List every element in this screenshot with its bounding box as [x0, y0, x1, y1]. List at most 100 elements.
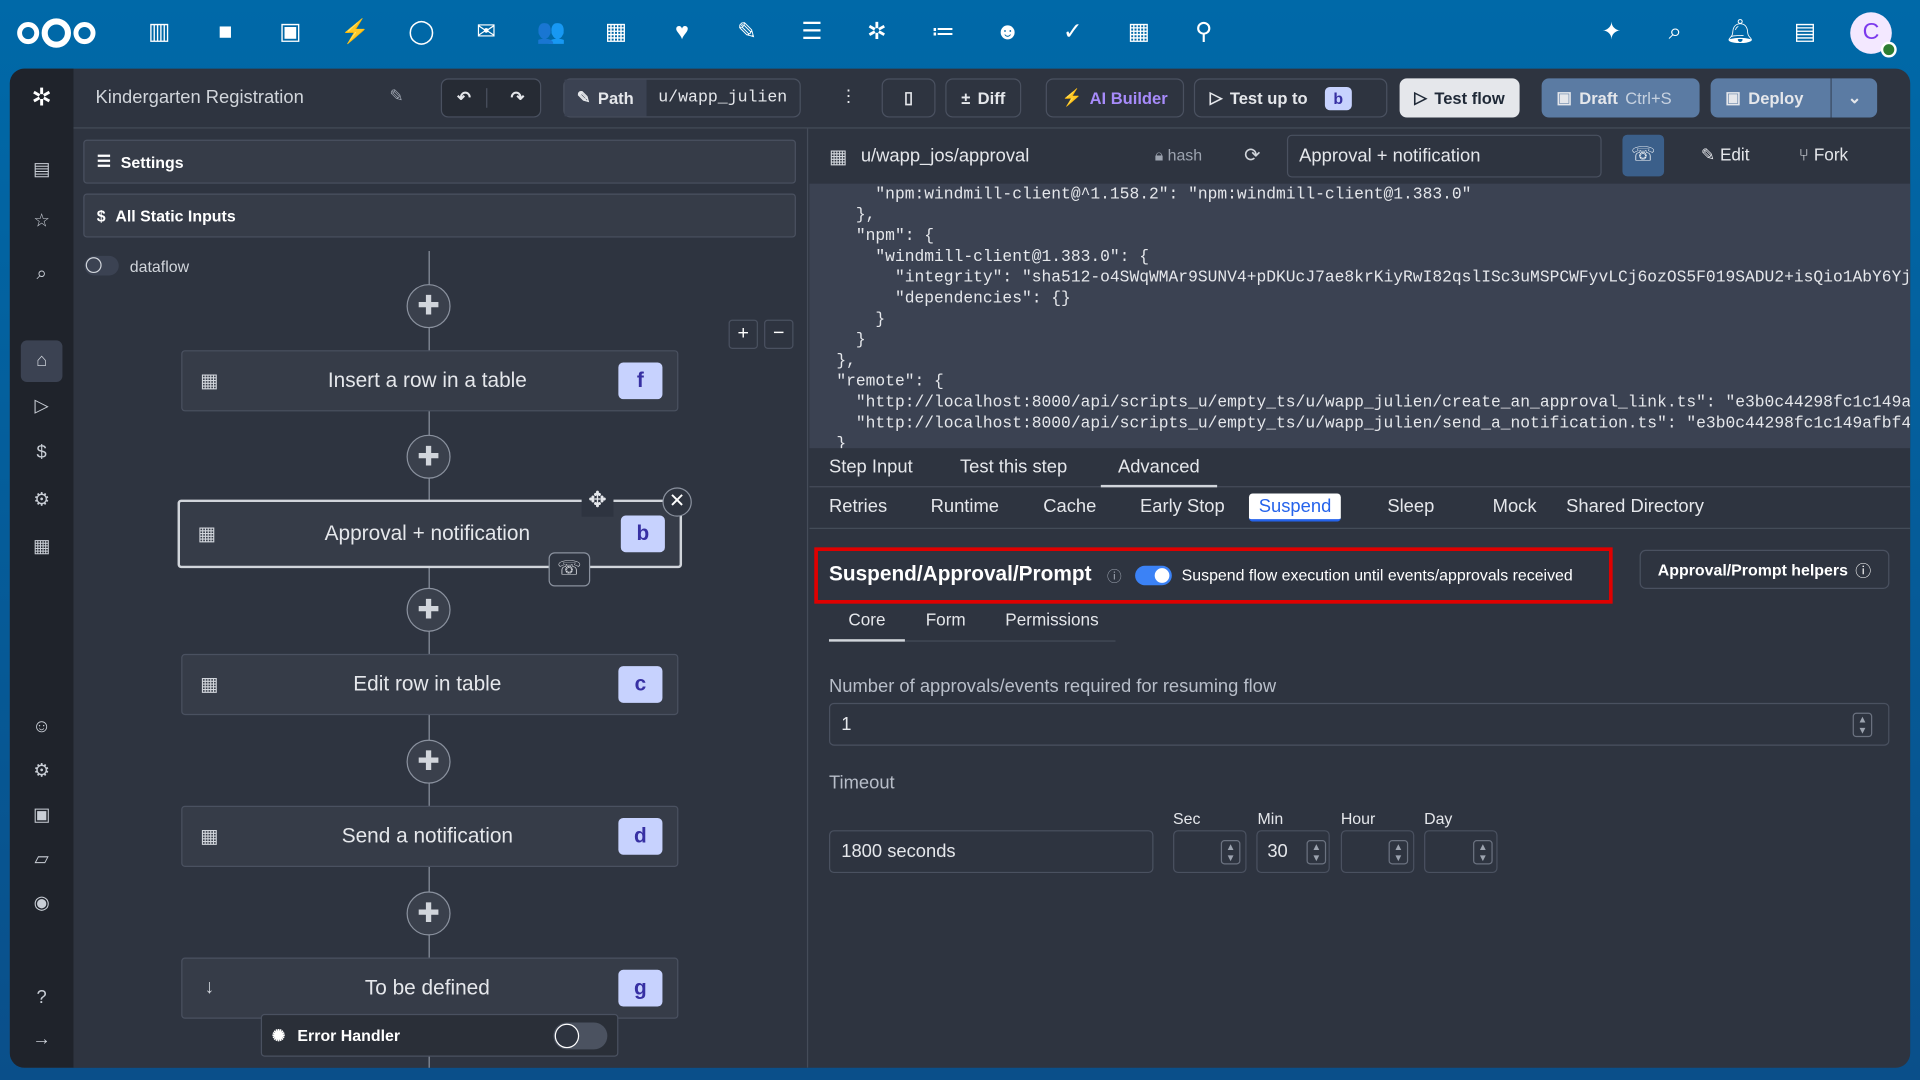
- deploy-dropdown[interactable]: ⌄: [1830, 78, 1878, 118]
- workers-icon[interactable]: ▣: [27, 801, 56, 830]
- tab-form[interactable]: Form: [926, 610, 966, 630]
- bell-icon[interactable]: 🔔︎: [1724, 17, 1756, 49]
- min-stepper[interactable]: ▲ ▼: [1306, 840, 1327, 865]
- runs-icon[interactable]: ▷: [27, 392, 56, 421]
- audit-icon[interactable]: ◉: [27, 889, 56, 918]
- assistant-icon[interactable]: ☻: [992, 17, 1024, 49]
- script-path[interactable]: u/wapp_jos/approval: [861, 146, 1029, 167]
- talk-icon[interactable]: ◯: [405, 17, 437, 49]
- move-node-icon[interactable]: ✥: [581, 487, 614, 517]
- error-handler-toggle[interactable]: [553, 1022, 608, 1050]
- tab-test-this-step[interactable]: Test this step: [960, 457, 1067, 478]
- redo-icon[interactable]: ↷: [495, 88, 540, 108]
- diff-button[interactable]: ± Diff: [945, 78, 1022, 118]
- static-inputs-bar[interactable]: $ All Static Inputs: [83, 193, 796, 238]
- add-step-button[interactable]: ✚: [406, 891, 451, 936]
- test-up-to-button[interactable]: ▷ Test up to b: [1193, 78, 1388, 118]
- deploy-button[interactable]: ▣ Deploy: [1710, 78, 1831, 118]
- scripts-icon[interactable]: ▤: [27, 156, 56, 185]
- resources-icon[interactable]: ⚙: [27, 486, 56, 515]
- undo-button[interactable]: ↶ ↷: [440, 78, 542, 118]
- tab-permissions[interactable]: Permissions: [1005, 610, 1098, 630]
- sec-stepper[interactable]: ▲ ▼: [1220, 840, 1241, 865]
- search-icon[interactable]: ⌕: [1659, 17, 1691, 49]
- tab-core[interactable]: Core: [828, 600, 905, 642]
- draft-button[interactable]: ▣ Draft Ctrl+S: [1541, 78, 1700, 118]
- suspend-toggle[interactable]: [1135, 565, 1172, 586]
- contacts-icon[interactable]: 👥: [535, 17, 567, 49]
- subtab-retries[interactable]: Retries: [829, 496, 887, 517]
- subtab-shared-directory[interactable]: Shared Directory: [1566, 496, 1704, 517]
- maps-icon[interactable]: ⚲: [1188, 17, 1220, 49]
- deck-icon[interactable]: ☰: [796, 17, 828, 49]
- approvals-count-input[interactable]: 1: [828, 702, 1890, 746]
- sparkle-icon[interactable]: ✦: [1596, 17, 1628, 49]
- search-icon[interactable]: ⌕: [27, 260, 56, 289]
- check-icon[interactable]: ✓: [1057, 17, 1089, 49]
- add-step-button[interactable]: ✚: [406, 587, 451, 632]
- approval-helpers-button[interactable]: Approval/Prompt helpers ⓘ: [1639, 549, 1890, 589]
- approvals-stepper[interactable]: ▲ ▼: [1852, 712, 1873, 738]
- activity-icon[interactable]: ⚡: [339, 17, 371, 49]
- fork-button[interactable]: ⑂ Fork: [1799, 144, 1848, 164]
- subtab-sleep[interactable]: Sleep: [1387, 496, 1434, 517]
- lock-hash[interactable]: 🔒︎ hash: [1155, 146, 1202, 166]
- folders-icon[interactable]: ▱: [27, 845, 56, 874]
- subtab-mock[interactable]: Mock: [1493, 496, 1537, 517]
- favorites-icon[interactable]: ♥: [666, 17, 698, 49]
- tasks-list-icon[interactable]: ≔: [927, 17, 959, 49]
- refresh-icon[interactable]: ⟳: [1244, 143, 1260, 167]
- subtab-suspend[interactable]: Suspend: [1248, 493, 1342, 522]
- notes-icon[interactable]: ✎: [731, 17, 763, 49]
- photos-icon[interactable]: ▣: [274, 17, 306, 49]
- apps-icon[interactable]: ▥: [143, 17, 175, 49]
- flow-node-g[interactable]: ↓ To be defined g: [181, 957, 679, 1019]
- windmill-logo-icon[interactable]: ✲: [27, 83, 56, 112]
- tables-icon[interactable]: ▦: [1123, 17, 1155, 49]
- help-icon[interactable]: ?: [27, 983, 56, 1012]
- schedules-icon[interactable]: ▦: [27, 533, 56, 562]
- subtab-early-stop[interactable]: Early Stop: [1140, 496, 1225, 517]
- windmill-icon[interactable]: ✲: [861, 17, 893, 49]
- test-flow-button[interactable]: ▷ Test flow: [1399, 78, 1520, 118]
- expand-icon[interactable]: →: [27, 1025, 56, 1054]
- undo-icon[interactable]: ↶: [442, 88, 488, 108]
- zoom-in-button[interactable]: +: [728, 319, 758, 349]
- settings-icon[interactable]: ⚙: [27, 757, 56, 786]
- home-icon[interactable]: ⌂: [20, 340, 63, 383]
- dataflow-toggle[interactable]: [84, 255, 119, 276]
- user-icon[interactable]: ☺: [27, 713, 56, 742]
- step-summary-input[interactable]: Approval + notification: [1286, 134, 1602, 178]
- subtab-runtime[interactable]: Runtime: [931, 496, 999, 517]
- flow-title[interactable]: Kindergarten Registration: [96, 87, 304, 108]
- mail-icon[interactable]: ✉: [470, 17, 502, 49]
- add-step-button[interactable]: ✚: [406, 434, 451, 479]
- zoom-out-button[interactable]: −: [764, 319, 794, 349]
- settings-bar[interactable]: ☰ Settings: [83, 139, 796, 184]
- path-field[interactable]: ✎ Path u/wapp_julien: [563, 78, 801, 118]
- variables-icon[interactable]: $: [27, 438, 56, 467]
- add-step-button[interactable]: ✚: [406, 739, 451, 784]
- flow-node-d[interactable]: ▦ Send a notification d: [181, 805, 679, 867]
- nextcloud-logo[interactable]: [17, 15, 100, 52]
- day-stepper[interactable]: ▲ ▼: [1473, 840, 1493, 865]
- hour-stepper[interactable]: ▲ ▼: [1388, 840, 1409, 865]
- tab-step-input[interactable]: Step Input: [829, 457, 913, 478]
- ai-builder-button[interactable]: ⚡ AI Builder: [1045, 78, 1184, 118]
- edit-button[interactable]: ✎ Edit: [1701, 144, 1750, 165]
- files-icon[interactable]: ■: [209, 17, 241, 49]
- remove-node-button[interactable]: ✕: [662, 487, 692, 517]
- add-step-button[interactable]: ✚: [406, 284, 451, 329]
- subtab-cache[interactable]: Cache: [1043, 496, 1096, 517]
- tab-advanced[interactable]: Advanced: [1100, 448, 1217, 488]
- edit-title-icon[interactable]: ✎: [389, 86, 403, 107]
- flow-node-f[interactable]: ▦ Insert a row in a table f: [181, 350, 679, 412]
- contacts-menu-icon[interactable]: ▤: [1789, 17, 1821, 49]
- error-handler-bar[interactable]: ✺ Error Handler: [260, 1013, 619, 1057]
- suspend-phone-button[interactable]: ☏: [1622, 134, 1665, 177]
- flow-node-c[interactable]: ▦ Edit row in table c: [181, 653, 679, 716]
- star-icon[interactable]: ☆: [27, 207, 56, 236]
- lockfile-code-view[interactable]: "npm:windmill-client@^1.158.2": "npm:win…: [809, 183, 1911, 449]
- calendar-icon[interactable]: ▦: [600, 17, 632, 49]
- more-menu-icon[interactable]: ⋮: [840, 86, 857, 107]
